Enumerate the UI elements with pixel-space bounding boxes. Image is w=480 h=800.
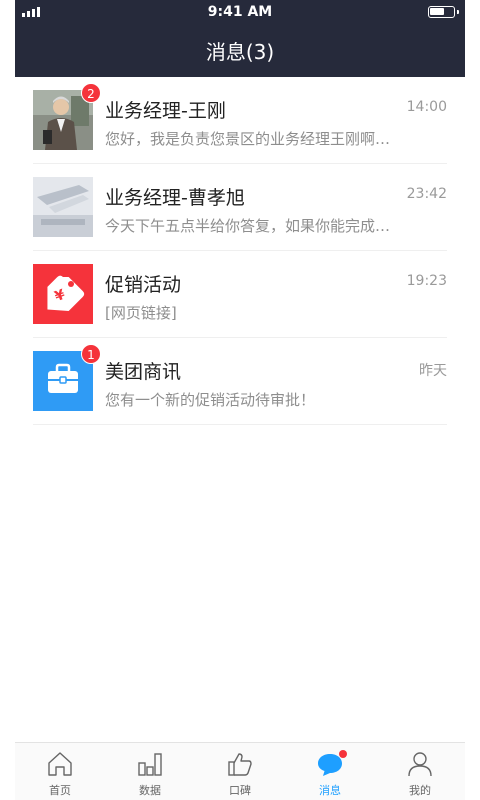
page-title: 消息(3) [205,40,275,64]
tab-reputation[interactable]: 口碑 [195,743,285,800]
message-time: 14:00 [406,99,447,115]
user-icon [408,752,432,777]
message-item[interactable]: 1 美团商讯 昨天 您有一个新的促销活动待审批！ [33,338,447,425]
tab-home[interactable]: 首页 [15,743,105,800]
unread-badge: 2 [81,83,101,103]
header: 9:41 AM 消息(3) [15,0,465,77]
message-preview: 今天下午五点半给你答复，如果你能完成… [105,217,391,235]
message-list: 2 业务经理-王刚 14:00 您好，我是负责您景区的业务经理王刚啊… 业务经理… [33,77,447,425]
avatar [33,177,93,237]
message-preview: 您有一个新的促销活动待审批！ [105,391,316,409]
tag-icon: ¥ [33,264,93,324]
message-preview: [网页链接] [105,304,177,322]
message-preview: 您好，我是负责您景区的业务经理王刚啊… [105,130,391,148]
bar-chart-icon [138,753,162,776]
unread-badge: 1 [81,344,101,364]
notification-dot [339,750,347,758]
status-time: 9:41 AM [207,4,273,20]
message-time: 19:23 [406,273,447,289]
tab-label: 数据 [139,784,161,797]
message-item[interactable]: 2 业务经理-王刚 14:00 您好，我是负责您景区的业务经理王刚啊… [33,77,447,164]
tab-label: 我的 [409,784,431,797]
contact-name: 促销活动 [105,274,182,296]
contact-name: 业务经理-王刚 [105,100,226,122]
message-item[interactable]: ¥ 促销活动 19:23 [网页链接] [33,251,447,338]
tab-messages[interactable]: 消息 [285,743,375,800]
contact-name: 业务经理-曹孝旭 [105,187,245,209]
tab-profile[interactable]: 我的 [375,743,465,800]
message-time: 昨天 [419,363,447,379]
contact-name: 美团商讯 [105,361,182,383]
status-bar: 9:41 AM [15,0,465,24]
thumbs-up-icon [228,753,252,776]
message-time: 23:42 [406,186,447,202]
tab-data[interactable]: 数据 [105,743,195,800]
battery-icon [428,6,459,18]
tab-bar: 首页 数据 口碑 消息 我的 [15,742,465,800]
tab-label: 口碑 [229,784,251,797]
home-icon [48,752,72,776]
message-item[interactable]: 业务经理-曹孝旭 23:42 今天下午五点半给你答复，如果你能完成… [33,164,447,251]
tab-label: 首页 [49,784,71,797]
tab-label: 消息 [319,784,341,797]
